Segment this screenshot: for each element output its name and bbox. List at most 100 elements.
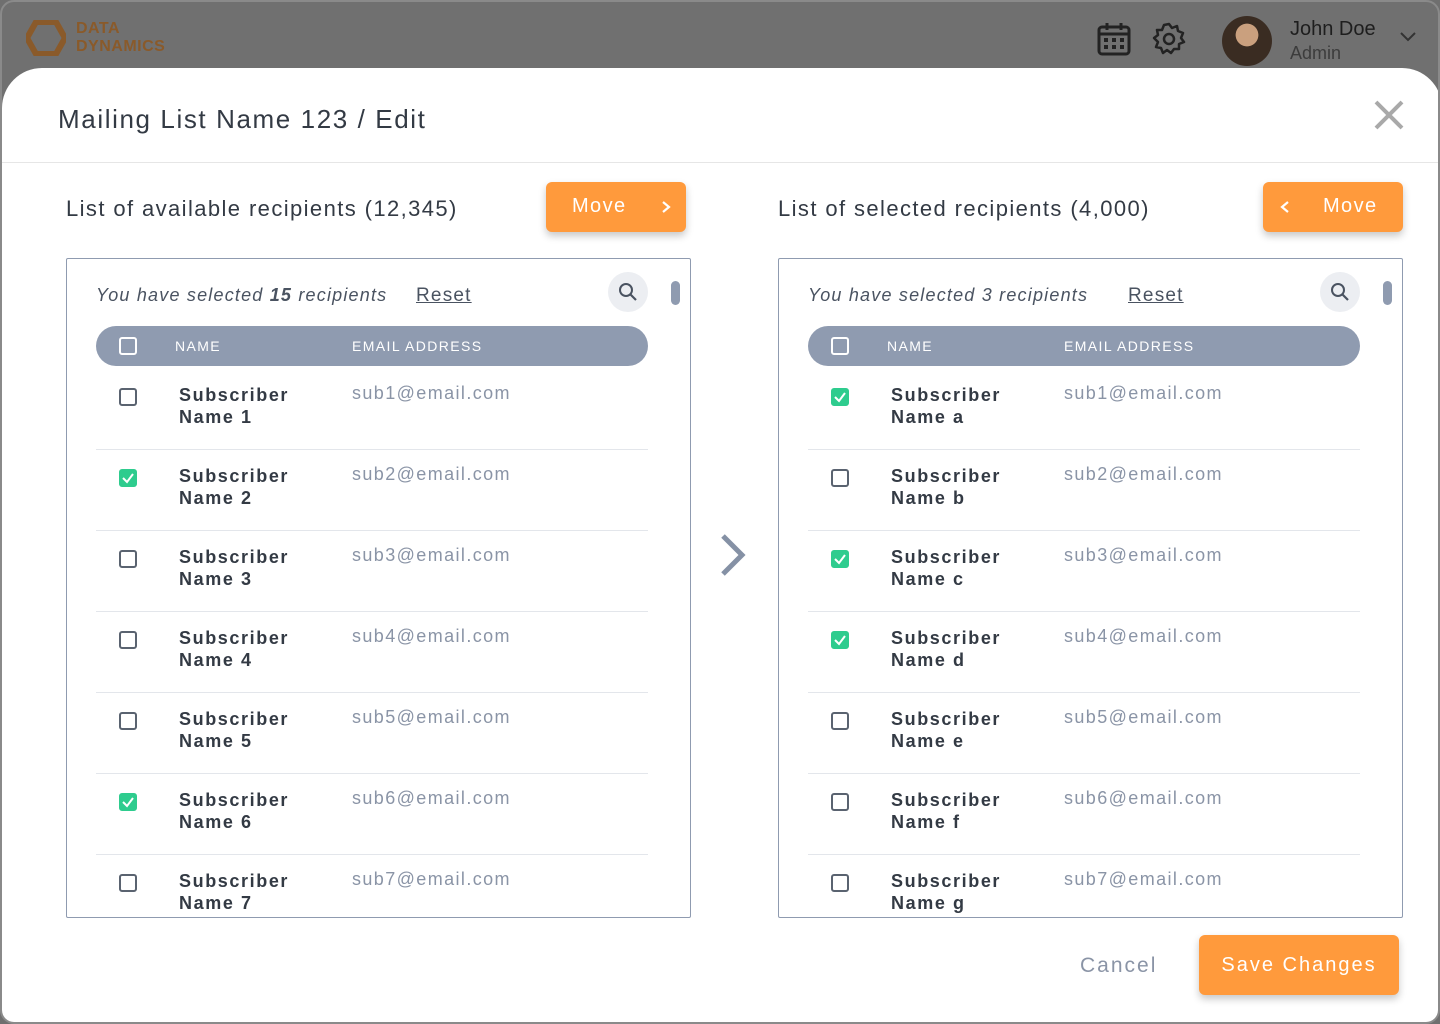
subscriber-email: sub3@email.com (1064, 545, 1223, 565)
table-row[interactable]: Subscriber Name c sub3@email.com (808, 531, 1360, 612)
header-divider (2, 162, 1438, 163)
checkmark-icon (122, 473, 134, 484)
logo-line-2: DYNAMICS (76, 38, 166, 55)
table-row[interactable]: Subscriber Name e sub5@email.com (808, 693, 1360, 774)
logo-hexagon-icon (26, 20, 66, 56)
checkmark-icon (834, 635, 846, 646)
table-row[interactable]: Subscriber Name 4 sub4@email.com (96, 612, 648, 693)
search-button[interactable] (1320, 272, 1360, 312)
move-right-button[interactable]: Move (546, 182, 686, 232)
selected-list-title: List of selected recipients (4,000) (778, 196, 1150, 221)
chevron-left-icon (1280, 201, 1289, 213)
save-changes-button[interactable]: Save Changes (1199, 935, 1399, 995)
table-row[interactable]: Subscriber Name 1 sub1@email.com (96, 369, 648, 450)
table-row[interactable]: Subscriber Name 6 sub6@email.com (96, 774, 648, 855)
column-header-email[interactable]: EMAIL ADDRESS (352, 338, 483, 354)
calendar-icon[interactable] (1097, 22, 1131, 56)
subscriber-email: sub6@email.com (1064, 788, 1223, 808)
subscriber-email: sub6@email.com (352, 788, 511, 808)
row-checkbox[interactable] (831, 550, 849, 568)
column-header-name[interactable]: NAME (887, 338, 933, 354)
table-row[interactable]: Subscriber Name 2 sub2@email.com (96, 450, 648, 531)
select-all-checkbox[interactable] (831, 337, 849, 355)
row-checkbox[interactable] (119, 388, 137, 406)
selection-suffix: recipients (292, 285, 388, 305)
row-checkbox[interactable] (831, 793, 849, 811)
row-checkbox[interactable] (831, 469, 849, 487)
row-checkbox[interactable] (831, 874, 849, 892)
available-list-title: List of available recipients (12,345) (66, 196, 458, 221)
table-row[interactable]: Subscriber Name a sub1@email.com (808, 369, 1360, 450)
cancel-button[interactable]: Cancel (1080, 954, 1157, 978)
user-name: John Doe (1290, 18, 1376, 40)
scrollbar-thumb[interactable] (671, 281, 680, 305)
avatar[interactable] (1222, 16, 1272, 66)
row-checkbox[interactable] (831, 388, 849, 406)
reset-link[interactable]: Reset (416, 285, 472, 307)
subscriber-name: Subscriber Name d (891, 628, 1002, 670)
subscriber-name: Subscriber Name f (891, 790, 1002, 832)
subscriber-email: sub2@email.com (1064, 464, 1223, 484)
modal-title: Mailing List Name 123 / Edit (58, 104, 427, 134)
table-row[interactable]: Subscriber Name f sub6@email.com (808, 774, 1360, 855)
chevron-down-icon[interactable] (1398, 30, 1418, 44)
selection-count: 15 (269, 285, 293, 305)
selected-recipients-list: You have selected 3 recipients Reset NAM… (778, 258, 1403, 918)
selection-summary: You have selected 3 recipients (808, 285, 1088, 306)
table-row[interactable]: Subscriber Name b sub2@email.com (808, 450, 1360, 531)
user-role: Admin (1290, 43, 1342, 63)
selection-summary: You have selected 15 recipients (96, 285, 387, 306)
row-checkbox[interactable] (831, 631, 849, 649)
subscriber-name: Subscriber Name b (891, 466, 1002, 508)
selection-count: 3 (981, 285, 993, 305)
column-header-email[interactable]: EMAIL ADDRESS (1064, 338, 1195, 354)
row-checkbox[interactable] (119, 550, 137, 568)
row-checkbox[interactable] (119, 874, 137, 892)
chevron-right-icon (721, 534, 746, 576)
row-checkbox[interactable] (119, 631, 137, 649)
move-left-button[interactable]: Move (1263, 182, 1403, 232)
subscriber-name: Subscriber Name a (891, 385, 1002, 427)
table-row[interactable]: Subscriber Name 3 sub3@email.com (96, 531, 648, 612)
search-icon (619, 283, 637, 301)
subscriber-name: Subscriber Name 2 (179, 466, 290, 508)
column-header-name[interactable]: NAME (175, 338, 221, 354)
move-left-label: Move (1323, 195, 1378, 217)
subscriber-email: sub2@email.com (352, 464, 511, 484)
table-body: Subscriber Name 1 sub1@email.com Subscribe… (96, 369, 648, 917)
subscriber-name: Subscriber Name 6 (179, 790, 290, 832)
scrollbar-thumb[interactable] (1383, 281, 1392, 305)
logo: DATA DYNAMICS (26, 20, 165, 56)
subscriber-name: Subscriber Name g (891, 871, 1002, 913)
checkmark-icon (834, 554, 846, 565)
subscriber-email: sub5@email.com (1064, 707, 1223, 727)
table-row[interactable]: Subscriber Name 5 sub5@email.com (96, 693, 648, 774)
row-checkbox[interactable] (119, 712, 137, 730)
row-checkbox[interactable] (119, 793, 137, 811)
checkmark-icon (122, 797, 134, 808)
table-header: NAME EMAIL ADDRESS (808, 326, 1360, 366)
gear-icon[interactable] (1152, 22, 1186, 56)
move-right-label: Move (572, 195, 627, 217)
search-button[interactable] (608, 272, 648, 312)
available-recipients-list: You have selected 15 recipients Reset NA… (66, 258, 691, 918)
row-checkbox[interactable] (831, 712, 849, 730)
subscriber-name: Subscriber Name 4 (179, 628, 290, 670)
subscriber-name: Subscriber Name e (891, 709, 1002, 751)
row-checkbox[interactable] (119, 469, 137, 487)
table-body: Subscriber Name a sub1@email.com Subscribe… (808, 369, 1360, 917)
table-row[interactable]: Subscriber Name g sub7@email.com (808, 855, 1360, 917)
table-row[interactable]: Subscriber Name d sub4@email.com (808, 612, 1360, 693)
subscriber-name: Subscriber Name 7 (179, 871, 290, 913)
subscriber-email: sub4@email.com (352, 626, 511, 646)
logo-text: DATA DYNAMICS (76, 20, 165, 56)
reset-link[interactable]: Reset (1128, 285, 1184, 307)
close-icon[interactable] (1372, 98, 1406, 132)
chevron-right-icon (662, 201, 671, 213)
table-row[interactable]: Subscriber Name 7 sub7@email.com (96, 855, 648, 917)
edit-mailing-list-modal: Mailing List Name 123 / Edit List of ava… (2, 68, 1438, 1022)
select-all-checkbox[interactable] (119, 337, 137, 355)
search-icon (1331, 283, 1349, 301)
subscriber-email: sub1@email.com (352, 383, 511, 403)
subscriber-name: Subscriber Name 5 (179, 709, 290, 751)
